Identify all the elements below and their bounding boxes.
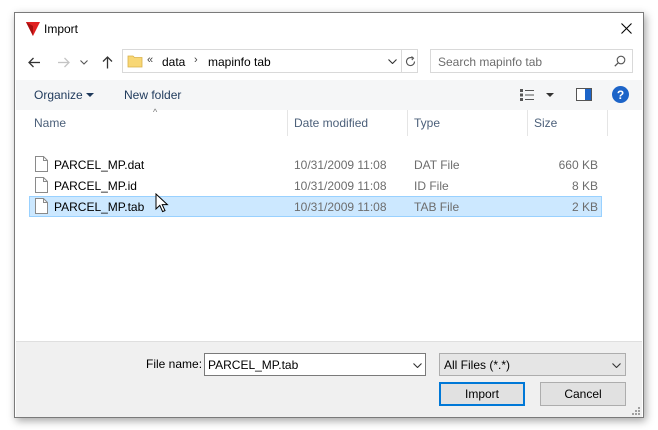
file-list: ^ Name Date modified Type Size PARCEL_MP… bbox=[16, 107, 642, 342]
arrow-left-icon bbox=[27, 57, 40, 67]
chevron-down-icon bbox=[80, 59, 88, 65]
file-name: PARCEL_MP.dat bbox=[54, 158, 145, 172]
search-input[interactable]: Search mapinfo tab bbox=[438, 55, 542, 69]
file-name-dropdown-button[interactable] bbox=[411, 358, 423, 372]
filter-dropdown-button[interactable] bbox=[610, 358, 622, 372]
file-row[interactable]: PARCEL_MP.dat 10/31/2009 11:08 DAT File … bbox=[29, 154, 602, 175]
file-type-filter-value: All Files (*.*) bbox=[444, 358, 511, 372]
navigation-bar: « data › mapinfo tab Search mapinfo tab bbox=[15, 48, 643, 76]
chevron-down-icon bbox=[611, 362, 621, 368]
file-row-selected[interactable]: PARCEL_MP.tab 10/31/2009 11:08 TAB File … bbox=[29, 196, 602, 217]
file-name-label: File name: bbox=[146, 357, 203, 371]
command-toolbar: Organize New folder ? bbox=[16, 80, 642, 110]
column-header-name[interactable]: Name bbox=[28, 110, 288, 136]
file-type: ID File bbox=[414, 179, 449, 193]
search-icon[interactable] bbox=[614, 55, 626, 67]
cancel-button[interactable]: Cancel bbox=[540, 382, 626, 406]
file-name-value[interactable]: PARCEL_MP.tab bbox=[208, 358, 298, 372]
file-size: 8 KB bbox=[571, 179, 598, 193]
file-row[interactable]: PARCEL_MP.id 10/31/2009 11:08 ID File 8 … bbox=[29, 175, 602, 196]
mouse-pointer-icon bbox=[155, 193, 169, 213]
file-size: 2 KB bbox=[571, 200, 598, 214]
app-logo-icon bbox=[26, 22, 40, 36]
forward-button[interactable] bbox=[53, 52, 73, 72]
refresh-button[interactable] bbox=[401, 50, 418, 72]
view-options-icon[interactable] bbox=[520, 89, 536, 101]
organize-dropdown-icon[interactable] bbox=[86, 93, 94, 97]
dialog-footer: File name: PARCEL_MP.tab All Files (*.*)… bbox=[16, 341, 642, 417]
file-name: PARCEL_MP.tab bbox=[54, 200, 145, 214]
file-date: 10/31/2009 11:08 bbox=[294, 200, 387, 214]
resize-grip-icon[interactable] bbox=[631, 406, 641, 416]
back-button[interactable] bbox=[24, 52, 44, 72]
close-button[interactable] bbox=[609, 13, 643, 43]
chevron-down-icon bbox=[412, 362, 422, 368]
file-type-filter-select[interactable]: All Files (*.*) bbox=[439, 353, 626, 376]
breadcrumb-item-mapinfo-tab[interactable]: mapinfo tab bbox=[208, 55, 271, 69]
folder-icon bbox=[127, 55, 143, 68]
breadcrumb-separator-icon[interactable]: › bbox=[194, 54, 198, 66]
file-icon bbox=[35, 156, 48, 172]
address-bar[interactable]: « data › mapinfo tab bbox=[122, 49, 418, 73]
new-folder-button[interactable]: New folder bbox=[124, 88, 181, 102]
address-dropdown-button[interactable] bbox=[385, 53, 399, 69]
file-icon bbox=[35, 177, 48, 193]
file-name-field[interactable]: PARCEL_MP.tab bbox=[204, 353, 426, 376]
search-box[interactable]: Search mapinfo tab bbox=[430, 49, 633, 73]
column-header-type[interactable]: Type bbox=[408, 110, 528, 136]
arrow-right-icon bbox=[57, 57, 70, 67]
import-dialog: Import « data › mapinfo tab Search mapin… bbox=[14, 12, 644, 418]
column-header-size[interactable]: Size bbox=[528, 110, 608, 136]
file-type: TAB File bbox=[414, 200, 460, 214]
file-date: 10/31/2009 11:08 bbox=[294, 179, 387, 193]
chevron-down-icon bbox=[387, 58, 397, 64]
file-icon bbox=[35, 198, 48, 214]
help-icon[interactable]: ? bbox=[612, 86, 629, 103]
organize-button[interactable]: Organize bbox=[34, 88, 83, 102]
preview-pane-icon[interactable] bbox=[576, 88, 592, 101]
arrow-up-icon bbox=[102, 55, 112, 68]
view-dropdown-icon[interactable] bbox=[546, 93, 554, 97]
recent-locations-button[interactable] bbox=[78, 52, 90, 72]
file-type: DAT File bbox=[414, 158, 460, 172]
close-icon bbox=[620, 22, 632, 34]
file-size: 660 KB bbox=[558, 158, 598, 172]
import-button[interactable]: Import bbox=[439, 382, 525, 406]
breadcrumb-overflow[interactable]: « bbox=[147, 54, 153, 66]
file-date: 10/31/2009 11:08 bbox=[294, 158, 387, 172]
window-title: Import bbox=[44, 22, 79, 36]
title-bar[interactable]: Import bbox=[15, 13, 643, 45]
up-button[interactable] bbox=[97, 52, 117, 72]
refresh-icon bbox=[405, 55, 415, 66]
column-header-date-modified[interactable]: Date modified bbox=[288, 110, 408, 136]
breadcrumb-item-data[interactable]: data bbox=[162, 55, 185, 69]
file-name: PARCEL_MP.id bbox=[54, 179, 137, 193]
